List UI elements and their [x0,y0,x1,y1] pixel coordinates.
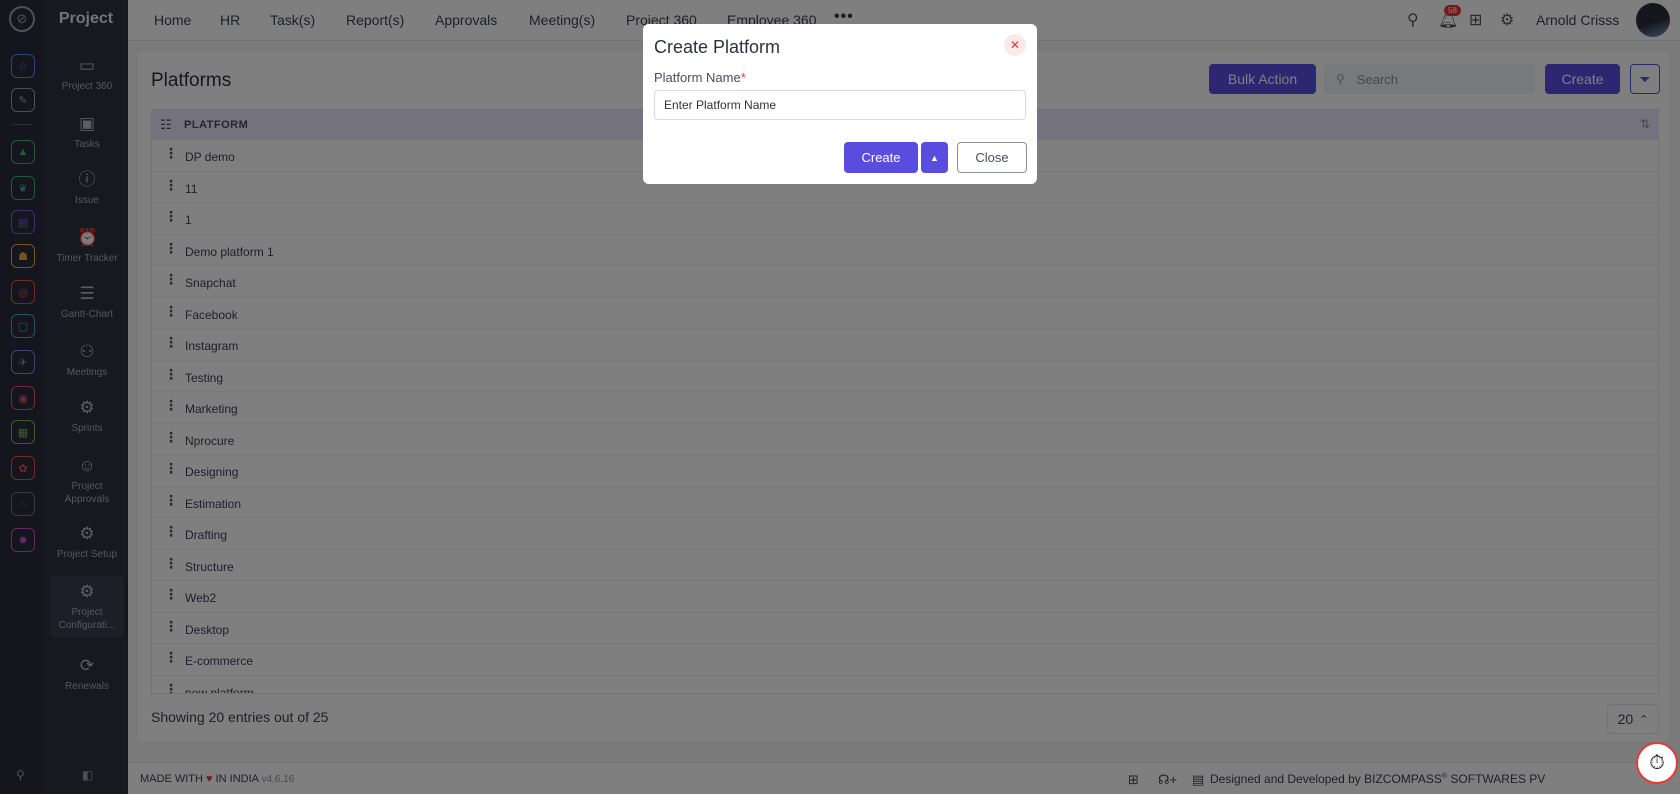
platform-name-input[interactable] [654,90,1026,120]
create-options-caret-icon[interactable]: ▲ [921,142,948,173]
modal-create-button[interactable]: Create [844,142,918,173]
stopwatch-icon[interactable]: ⏱ [1636,742,1678,784]
field-label-text: Platform Name [654,70,741,85]
modal-close-button[interactable]: Close [957,142,1027,173]
required-mark: * [740,70,746,85]
create-platform-modal: Create Platform ✕ Platform Name* Create … [643,24,1037,184]
platform-name-label: Platform Name* [654,70,746,85]
close-icon[interactable]: ✕ [1004,34,1026,56]
modal-title: Create Platform [654,37,781,57]
